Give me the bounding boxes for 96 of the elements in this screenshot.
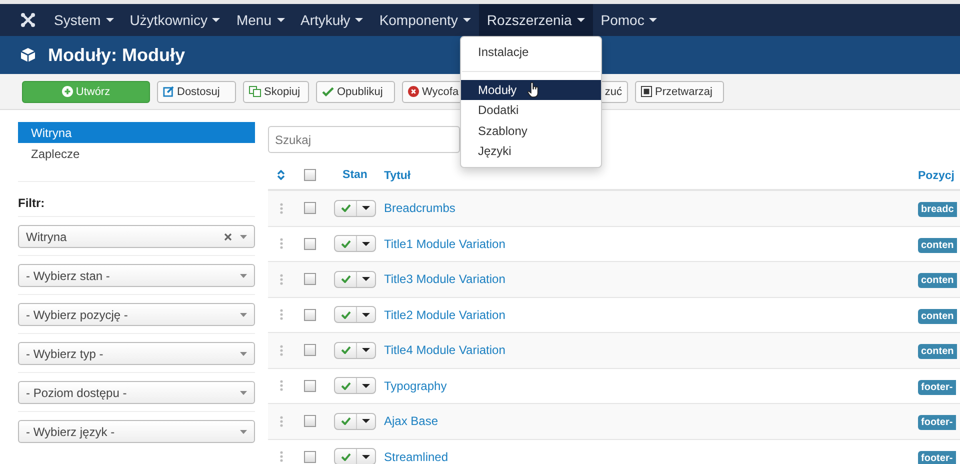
check-icon bbox=[340, 382, 350, 390]
sidebar-item[interactable]: Zaplecze bbox=[18, 143, 255, 164]
module-title-link[interactable]: Breadcrumbs bbox=[384, 201, 456, 216]
position-label: conten bbox=[918, 238, 957, 253]
drag-handle-icon[interactable] bbox=[280, 344, 282, 356]
check-icon bbox=[340, 204, 350, 212]
caret-icon bbox=[240, 430, 247, 434]
check-icon bbox=[340, 417, 350, 426]
position-label: conten bbox=[918, 344, 957, 360]
toolbar-button[interactable]: Przetwarzaj bbox=[635, 80, 724, 102]
module-title-link[interactable]: Title3 Module Variation bbox=[384, 272, 506, 286]
module-title-link[interactable]: Title1 Module Variation bbox=[384, 236, 506, 251]
select-all-checkbox[interactable] bbox=[304, 169, 316, 181]
row-checkbox[interactable] bbox=[304, 415, 316, 428]
drag-handle-icon[interactable] bbox=[280, 238, 282, 250]
column-header[interactable]: Tytuł bbox=[384, 170, 411, 182]
square-icon bbox=[641, 86, 652, 97]
filter-heading: Filtr: bbox=[18, 195, 46, 212]
check-icon bbox=[340, 240, 350, 248]
cube-icon bbox=[20, 47, 36, 63]
position-label: conten bbox=[918, 308, 957, 324]
caret-icon bbox=[240, 352, 247, 356]
status-toggle[interactable] bbox=[334, 342, 376, 359]
dropdown-entry[interactable]: Moduły bbox=[461, 80, 601, 100]
status-toggle[interactable] bbox=[334, 306, 376, 324]
nav-menu-item[interactable]: Pomoc bbox=[592, 4, 666, 36]
status-toggle[interactable] bbox=[334, 200, 376, 217]
toolbar-button[interactable]: Skopiuj bbox=[243, 80, 309, 102]
nav-menu-item[interactable]: Menu bbox=[228, 4, 293, 36]
position-label: footer- bbox=[918, 415, 956, 430]
drag-handle-icon[interactable] bbox=[280, 416, 282, 427]
column-header[interactable]: Stan bbox=[342, 169, 368, 181]
position-label: footer- bbox=[918, 380, 956, 395]
module-title-link[interactable]: Title4 Module Variation bbox=[384, 343, 506, 358]
module-title-link[interactable]: Typography bbox=[384, 378, 447, 393]
filter-select[interactable]: Witryna bbox=[18, 225, 255, 248]
column-header[interactable]: Pozycj bbox=[918, 170, 954, 182]
hand-cursor-icon bbox=[526, 82, 539, 98]
row-checkbox[interactable] bbox=[304, 344, 316, 356]
dropdown-entry[interactable]: Szablony bbox=[461, 120, 601, 141]
row-checkbox[interactable] bbox=[304, 238, 316, 250]
module-title-link[interactable]: Streamlined bbox=[384, 450, 448, 464]
status-toggle[interactable] bbox=[334, 412, 376, 430]
dropdown-entry[interactable]: Instalacje bbox=[461, 42, 601, 62]
edit-icon bbox=[163, 86, 174, 97]
filter-select[interactable]: - Poziom dostępu - bbox=[18, 381, 255, 404]
clear-icon[interactable] bbox=[224, 232, 232, 240]
caret-icon bbox=[240, 390, 247, 394]
drag-handle-icon[interactable] bbox=[280, 202, 282, 214]
drag-handle-icon[interactable] bbox=[280, 274, 282, 285]
drag-handle-icon[interactable] bbox=[280, 451, 282, 462]
nav-menu-item[interactable]: Artykuły bbox=[292, 4, 372, 36]
filter-select[interactable]: - Wybierz pozycję - bbox=[18, 303, 255, 326]
copy-icon bbox=[249, 86, 261, 97]
caret-icon bbox=[240, 274, 247, 278]
status-toggle[interactable] bbox=[334, 270, 376, 288]
position-label: breadc bbox=[918, 202, 957, 218]
page-title: Moduły: Moduły bbox=[48, 44, 185, 66]
check-icon bbox=[322, 86, 334, 96]
row-checkbox[interactable] bbox=[304, 202, 316, 214]
status-toggle[interactable] bbox=[334, 448, 376, 464]
module-title-link[interactable]: Ajax Base bbox=[384, 414, 438, 428]
dropdown-entry[interactable]: Języki bbox=[461, 141, 601, 162]
row-checkbox[interactable] bbox=[304, 308, 316, 321]
filter-select[interactable]: - Wybierz język - bbox=[18, 420, 255, 443]
module-title-link[interactable]: Title2 Module Variation bbox=[384, 308, 506, 322]
sort-icon[interactable] bbox=[277, 170, 285, 180]
nav-menu-item[interactable]: Użytkownicy bbox=[122, 4, 228, 36]
caret-icon bbox=[240, 234, 247, 238]
check-icon bbox=[340, 275, 350, 284]
row-checkbox[interactable] bbox=[304, 380, 316, 392]
logo-icon[interactable] bbox=[20, 12, 36, 28]
nav-menu-item[interactable]: Komponenty bbox=[371, 4, 479, 36]
search-field[interactable]: Szukaj bbox=[268, 126, 460, 153]
toolbar-button[interactable]: Dostosuj bbox=[157, 80, 236, 102]
row-checkbox[interactable] bbox=[304, 273, 316, 286]
status-toggle[interactable] bbox=[334, 235, 376, 252]
status-toggle[interactable] bbox=[334, 377, 376, 394]
nav-menu-item[interactable]: Rozszerzenia bbox=[478, 4, 593, 36]
check-icon bbox=[340, 452, 350, 461]
dropdown-entry[interactable]: Dodatki bbox=[461, 100, 601, 120]
caret-icon bbox=[240, 312, 247, 316]
sidebar-item[interactable]: Witryna bbox=[18, 122, 255, 143]
filter-select[interactable]: - Wybierz typ - bbox=[18, 342, 255, 365]
position-label: conten bbox=[918, 273, 957, 288]
row-checkbox[interactable] bbox=[304, 450, 316, 463]
drag-handle-icon[interactable] bbox=[280, 380, 282, 392]
position-label: footer- bbox=[918, 450, 956, 464]
check-icon bbox=[340, 346, 350, 354]
filter-select[interactable]: - Wybierz stan - bbox=[18, 264, 255, 287]
cancel-icon bbox=[408, 86, 419, 97]
drag-handle-icon[interactable] bbox=[280, 309, 282, 320]
check-icon bbox=[340, 310, 350, 319]
plus-icon bbox=[62, 86, 73, 97]
toolbar-button[interactable]: Opublikuj bbox=[316, 80, 395, 102]
nav-menu-item[interactable]: System bbox=[46, 4, 122, 36]
